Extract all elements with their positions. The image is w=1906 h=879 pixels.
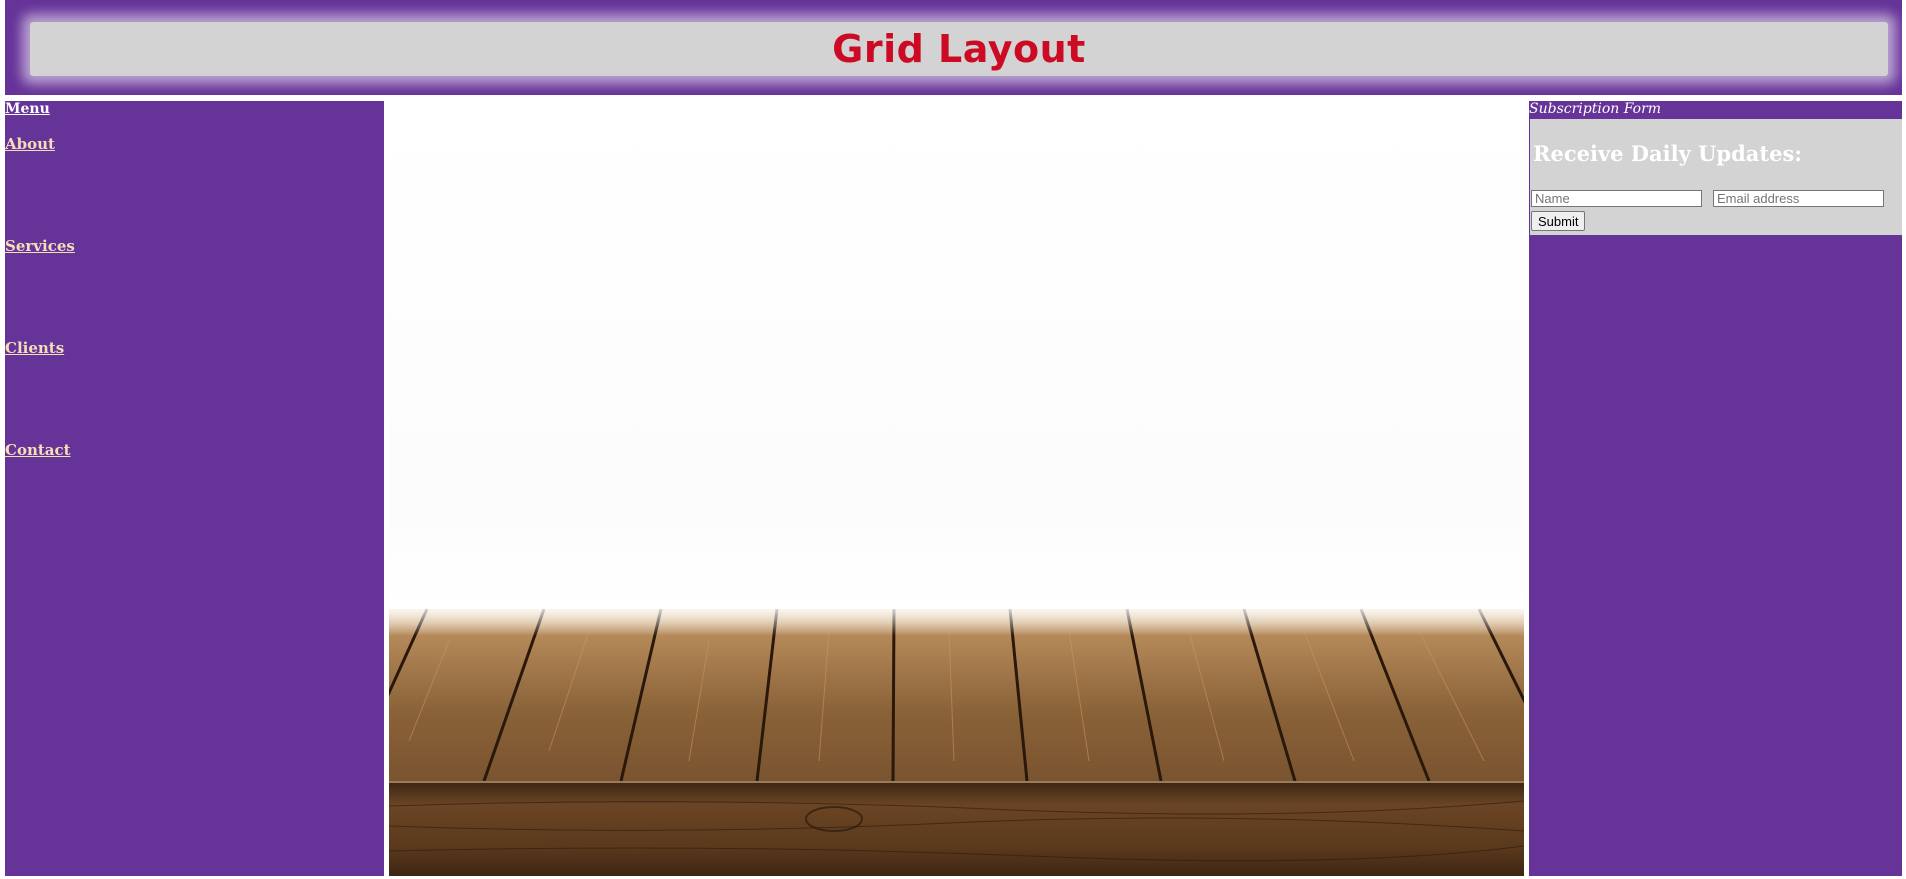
- email-input[interactable]: [1713, 190, 1884, 207]
- name-input[interactable]: [1531, 190, 1702, 207]
- nav-item-services[interactable]: Services: [5, 237, 75, 255]
- sidebar-nav: Menu About Services Clients Contact: [5, 101, 384, 876]
- grid-container: Grid Layout Menu About Services Clients …: [0, 0, 1906, 879]
- main-content: [389, 101, 1524, 876]
- nav-menu-link[interactable]: Menu: [5, 101, 50, 117]
- page-title: Grid Layout: [832, 27, 1086, 71]
- nav-item-about[interactable]: About: [5, 135, 55, 153]
- wood-table-image: [389, 101, 1524, 876]
- form-heading: Receive Daily Updates:: [1533, 141, 1803, 166]
- nav-item-clients[interactable]: Clients: [5, 339, 64, 357]
- page-header: Grid Layout: [5, 0, 1902, 95]
- nav-item-contact[interactable]: Contact: [5, 441, 71, 459]
- header-banner: Grid Layout: [30, 22, 1888, 76]
- subscription-caption: Subscription Form: [1529, 101, 1662, 117]
- subscription-form: Receive Daily Updates: Submit: [1530, 119, 1902, 235]
- submit-button[interactable]: Submit: [1531, 211, 1586, 231]
- subscription-sidebar: Subscription Form Receive Daily Updates:…: [1529, 101, 1902, 876]
